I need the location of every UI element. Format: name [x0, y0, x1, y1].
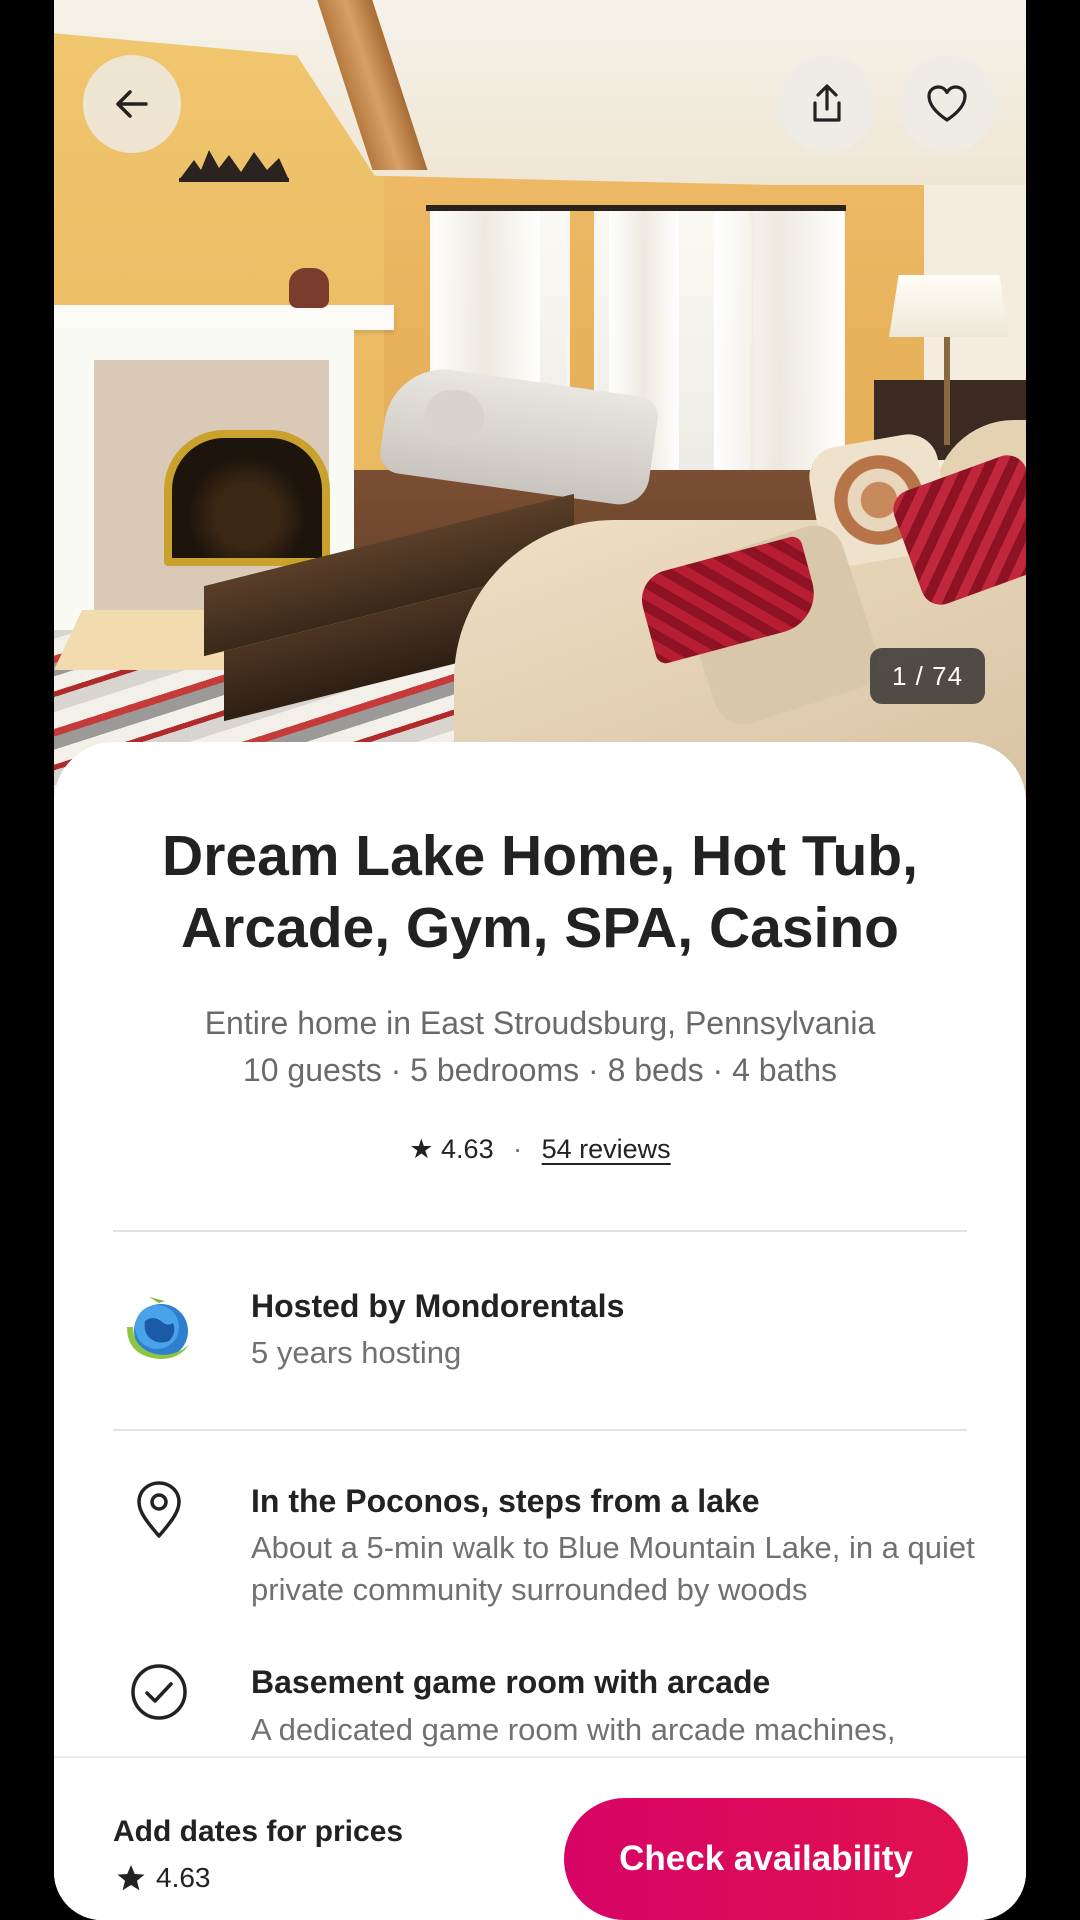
listing-capacity: 10 guests · 5 bedrooms · 8 beds · 4 bath…: [242, 1052, 838, 1088]
rating-summary: ★ 4.63 · 54 reviews: [54, 1134, 1026, 1165]
check-availability-button[interactable]: Check availability: [564, 1798, 968, 1920]
highlight-title: In the Poconos, steps from a lake: [251, 1483, 760, 1519]
host-avatar[interactable]: [119, 1287, 199, 1367]
share-button[interactable]: [778, 55, 876, 153]
location-pin-icon: [137, 1481, 181, 1538]
divider: [113, 1429, 967, 1431]
share-icon: [813, 84, 841, 122]
footer-rating: 4.63: [116, 1862, 211, 1894]
highlight-description: About a 5-min walk to Blue Mountain Lake…: [251, 1530, 975, 1607]
listing-screen: 1 / 74 Dream Lake Home, Hot Tub, Arcade,…: [54, 0, 1026, 1920]
host-name: Hosted by Mondorentals: [251, 1288, 625, 1324]
check-circle-icon: [131, 1664, 187, 1720]
arrow-left-icon: [116, 90, 148, 118]
star-icon: ★: [409, 1134, 434, 1164]
footer-rating-value: 4.63: [156, 1862, 211, 1893]
price-prompt: Add dates for prices: [113, 1815, 404, 1848]
rating-value: 4.63: [441, 1134, 494, 1164]
reviews-link[interactable]: 54 reviews: [542, 1134, 671, 1164]
listing-title: Dream Lake Home, Hot Tub, Arcade, Gym, S…: [162, 824, 918, 960]
back-button[interactable]: [83, 55, 181, 153]
divider: [113, 1230, 967, 1232]
star-icon: [117, 1865, 145, 1891]
save-button[interactable]: [898, 55, 996, 153]
host-tenure: 5 years hosting: [251, 1335, 462, 1370]
photo-counter: 1 / 74: [870, 648, 986, 704]
listing-type-location: Entire home in East Stroudsburg, Pennsyl…: [204, 1005, 876, 1041]
highlight-title: Basement game room with arcade: [251, 1664, 771, 1700]
heart-icon: [927, 85, 967, 122]
separator-dot: ·: [513, 1134, 523, 1164]
highlight-description: A dedicated game room with arcade machin…: [251, 1712, 896, 1747]
